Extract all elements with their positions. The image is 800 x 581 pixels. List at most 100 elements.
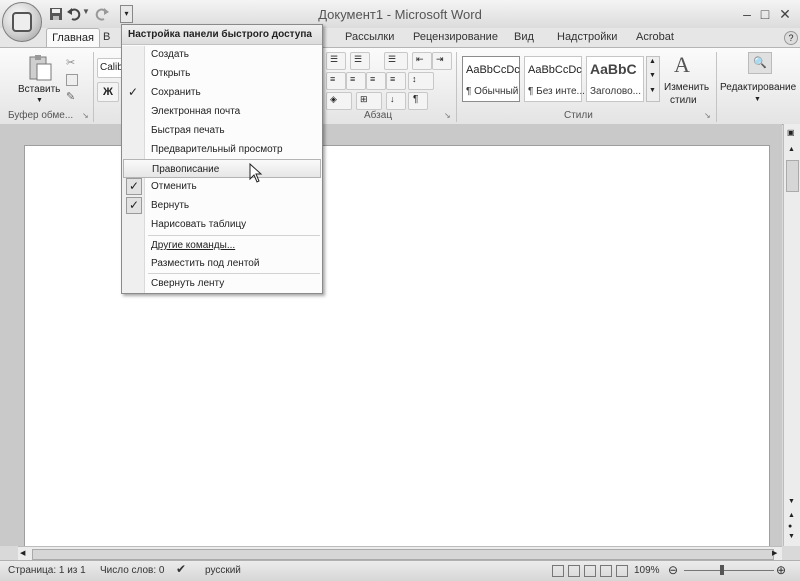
menu-item-print-preview[interactable]: Предварительный просмотр — [122, 140, 322, 159]
styles-launcher-icon[interactable]: ↘ — [704, 111, 711, 120]
scroll-left-arrow-icon[interactable]: ◀ — [20, 549, 25, 557]
scroll-right-arrow-icon[interactable]: ▶ — [772, 549, 777, 557]
styles-scroll[interactable]: ▲ ▼ ▼ — [646, 56, 660, 102]
maximize-icon[interactable]: □ — [756, 6, 774, 22]
menu-item-minimize-ribbon[interactable]: Свернуть ленту — [122, 274, 322, 293]
borders-button[interactable]: ⊞ — [356, 92, 382, 110]
scroll-down-arrow-icon[interactable]: ▼ — [788, 498, 795, 505]
menu-item-label: Нарисовать таблицу — [151, 219, 247, 230]
decrease-indent-button[interactable]: ⇤ — [412, 52, 432, 70]
menu-item-spelling[interactable]: Правописание — [123, 159, 321, 178]
next-page-icon[interactable]: ▼ — [788, 533, 795, 540]
tab-insert[interactable]: В — [103, 31, 110, 43]
menu-item-label: Сохранить — [151, 87, 201, 98]
menu-item-save[interactable]: ✓ Сохранить — [122, 83, 322, 102]
numbering-button[interactable]: ☰ — [350, 52, 370, 70]
menu-item-quick-print[interactable]: Быстрая печать — [122, 121, 322, 140]
office-button[interactable] — [2, 2, 42, 42]
format-painter-icon[interactable]: ✎ — [66, 90, 75, 103]
tab-home[interactable]: Главная — [46, 28, 100, 49]
checkmark-icon: ✓ — [126, 178, 142, 195]
close-icon[interactable]: ✕ — [776, 6, 794, 23]
style-normal[interactable]: AaBbCcDc ¶ Обычный — [462, 56, 520, 102]
proofing-icon[interactable]: ✔ — [176, 562, 186, 576]
customize-qat-button[interactable]: ▾ — [120, 5, 133, 23]
help-icon[interactable]: ? — [784, 31, 798, 45]
vertical-scrollbar[interactable]: ▣ ▲ ▼ ▲ ● ▼ — [783, 124, 800, 546]
word-count[interactable]: Число слов: 0 — [100, 565, 164, 576]
print-layout-icon[interactable] — [552, 565, 564, 577]
align-right-button[interactable]: ≡ — [366, 72, 386, 90]
shading-button[interactable]: ◈ — [326, 92, 352, 110]
clipboard-launcher-icon[interactable]: ↘ — [82, 111, 89, 120]
paste-icon[interactable] — [26, 54, 54, 82]
menu-item-below-ribbon[interactable]: Разместить под лентой — [122, 254, 322, 273]
line-spacing-button[interactable]: ↕ — [408, 72, 434, 90]
paste-label[interactable]: Вставить — [18, 84, 60, 95]
tab-mailings[interactable]: Рассылки — [345, 31, 394, 43]
align-left-button[interactable]: ≡ — [326, 72, 346, 90]
menu-item-open[interactable]: Открыть — [122, 64, 322, 83]
tab-review[interactable]: Рецензирование — [413, 31, 498, 43]
cut-icon[interactable]: ✂ — [66, 56, 75, 69]
horizontal-scrollbar[interactable]: ◀ ▶ — [18, 546, 782, 561]
change-styles-icon: A — [674, 52, 690, 77]
scroll-down-icon[interactable]: ▼ — [649, 72, 656, 79]
zoom-out-icon[interactable]: ⊖ — [668, 563, 678, 577]
vertical-scroll-thumb[interactable] — [786, 160, 799, 192]
more-styles-icon[interactable]: ▼ — [649, 87, 656, 94]
draft-icon[interactable] — [616, 565, 628, 577]
bold-button[interactable]: Ж — [97, 82, 119, 102]
language-indicator[interactable]: русский — [205, 565, 241, 576]
increase-indent-icon: ⇥ — [436, 54, 444, 64]
style-heading[interactable]: AaBbC Заголово... — [586, 56, 644, 102]
menu-item-redo[interactable]: ✓ Вернуть — [122, 196, 322, 215]
menu-item-email[interactable]: Электронная почта — [122, 102, 322, 121]
justify-button[interactable]: ≡ — [386, 72, 406, 90]
tab-addins[interactable]: Надстройки — [557, 31, 617, 43]
decrease-indent-icon: ⇤ — [416, 54, 424, 64]
full-screen-reading-icon[interactable] — [568, 565, 580, 577]
paste-dropdown-icon[interactable]: ▼ — [36, 97, 43, 104]
tab-acrobat[interactable]: Acrobat — [636, 31, 674, 43]
redo-icon[interactable] — [94, 6, 110, 22]
multilevel-list-button[interactable]: ☰ — [384, 52, 408, 70]
menu-header: Настройка панели быстрого доступа — [122, 25, 322, 45]
menu-item-draw-table[interactable]: Нарисовать таблицу — [122, 215, 322, 234]
menu-item-new[interactable]: Создать — [122, 45, 322, 64]
scroll-up-arrow-icon[interactable]: ▲ — [788, 146, 795, 153]
zoom-in-icon[interactable]: ⊕ — [776, 563, 786, 577]
undo-icon[interactable] — [66, 6, 82, 22]
save-icon[interactable] — [48, 6, 64, 22]
bullets-button[interactable]: ☰ — [326, 52, 346, 70]
editing-button[interactable]: 🔍 Редактирование ▼ — [720, 52, 796, 112]
align-center-button[interactable]: ≡ — [346, 72, 366, 90]
outline-icon[interactable] — [600, 565, 612, 577]
zoom-slider-thumb[interactable] — [720, 565, 724, 575]
web-layout-icon[interactable] — [584, 565, 596, 577]
sort-button[interactable]: ↓ — [386, 92, 406, 110]
scroll-up-icon[interactable]: ▲ — [649, 58, 656, 65]
tab-view[interactable]: Вид — [514, 31, 534, 43]
ruler-toggle-icon[interactable]: ▣ — [787, 128, 795, 137]
show-marks-button[interactable]: ¶ — [408, 92, 428, 110]
checkmark-icon: ✓ — [126, 197, 142, 214]
menu-item-label: Создать — [151, 49, 190, 60]
clipboard-group-label: Буфер обме... — [8, 110, 74, 121]
minimize-icon[interactable]: – — [738, 6, 756, 22]
select-browse-object-icon[interactable]: ● — [788, 523, 792, 530]
change-styles-label-1: Изменить — [664, 82, 710, 93]
previous-page-icon[interactable]: ▲ — [788, 512, 795, 519]
undo-dropdown-icon[interactable]: ▼ — [82, 7, 90, 16]
zoom-slider[interactable] — [684, 570, 774, 571]
menu-item-undo[interactable]: ✓ Отменить — [122, 177, 322, 196]
increase-indent-button[interactable]: ⇥ — [432, 52, 452, 70]
menu-item-more-commands[interactable]: Другие команды... — [122, 236, 322, 255]
zoom-level[interactable]: 109% — [634, 565, 660, 576]
horizontal-scroll-thumb[interactable] — [32, 549, 774, 560]
copy-icon[interactable] — [66, 74, 78, 86]
paragraph-launcher-icon[interactable]: ↘ — [444, 111, 451, 120]
change-styles-button[interactable]: A Изменить стили — [664, 52, 710, 108]
page-count[interactable]: Страница: 1 из 1 — [8, 565, 86, 576]
style-no-spacing[interactable]: AaBbCcDc ¶ Без инте... — [524, 56, 585, 102]
